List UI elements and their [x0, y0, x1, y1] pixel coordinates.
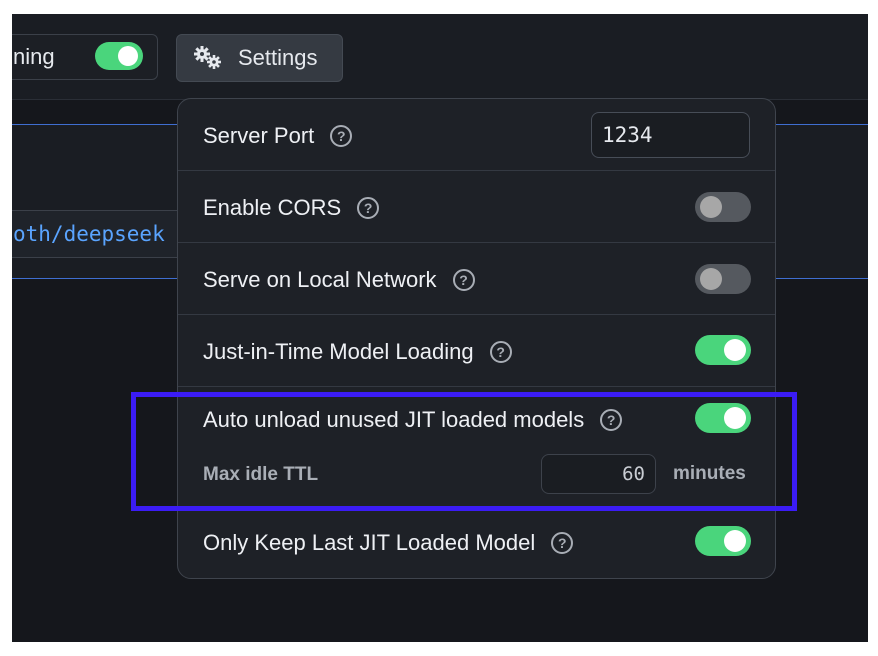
toggle-knob — [724, 339, 746, 361]
server-port-input[interactable] — [591, 112, 750, 158]
auto-unload-label: Auto unload unused JIT loaded models — [203, 407, 585, 432]
auto-unload-toggle[interactable] — [695, 403, 751, 433]
max-idle-ttl-label: Max idle TTL — [203, 464, 319, 485]
settings-button[interactable]: Settings — [176, 34, 343, 82]
row-serve-local-network: Serve on Local Network ? — [178, 243, 775, 315]
enable-cors-label: Enable CORS — [203, 195, 342, 220]
question-circle-icon[interactable]: ? — [330, 125, 353, 147]
question-circle-icon[interactable]: ? — [551, 532, 574, 554]
toggle-knob — [700, 196, 722, 218]
question-circle-icon[interactable]: ? — [357, 197, 380, 219]
model-path: oth/deepseek — [13, 222, 165, 246]
server-status-toggle[interactable] — [95, 42, 143, 70]
settings-button-label: Settings — [238, 45, 318, 70]
jit-loading-toggle[interactable] — [695, 335, 751, 365]
question-circle-icon[interactable]: ? — [489, 341, 512, 363]
question-circle-icon[interactable]: ? — [600, 409, 623, 431]
enable-cors-toggle[interactable] — [695, 192, 751, 222]
toggle-knob — [724, 530, 746, 552]
jit-loading-label: Just-in-Time Model Loading — [203, 339, 474, 364]
max-idle-ttl-input[interactable] — [541, 454, 656, 494]
server-status-label: ning — [13, 44, 55, 69]
toggle-knob — [724, 407, 746, 429]
row-server-port: Server Port ? — [178, 99, 775, 171]
serve-local-network-label: Serve on Local Network — [203, 267, 437, 292]
question-circle-icon[interactable]: ? — [452, 269, 475, 291]
toggle-knob — [118, 46, 138, 66]
top-bar: ning Settings — [12, 14, 868, 100]
app-window: ning Settings oth/deepseek Server Port ?… — [12, 14, 868, 642]
row-enable-cors: Enable CORS ? — [178, 171, 775, 243]
row-jit-loading: Just-in-Time Model Loading ? — [178, 315, 775, 387]
serve-local-network-toggle[interactable] — [695, 264, 751, 294]
gears-icon — [194, 46, 221, 69]
toggle-knob — [700, 268, 722, 290]
keep-last-model-label: Only Keep Last JIT Loaded Model — [203, 530, 536, 555]
row-auto-unload: Auto unload unused JIT loaded models ? M… — [178, 387, 775, 507]
server-port-label: Server Port — [203, 123, 315, 148]
settings-popover: Server Port ? Enable CORS ? Serve on Loc… — [177, 98, 776, 579]
model-path-field[interactable]: oth/deepseek — [12, 210, 192, 258]
keep-last-model-toggle[interactable] — [695, 526, 751, 556]
row-keep-last-model: Only Keep Last JIT Loaded Model ? — [178, 507, 775, 578]
ttl-unit-label: minutes — [673, 463, 746, 484]
server-status-pill: ning — [12, 34, 158, 80]
